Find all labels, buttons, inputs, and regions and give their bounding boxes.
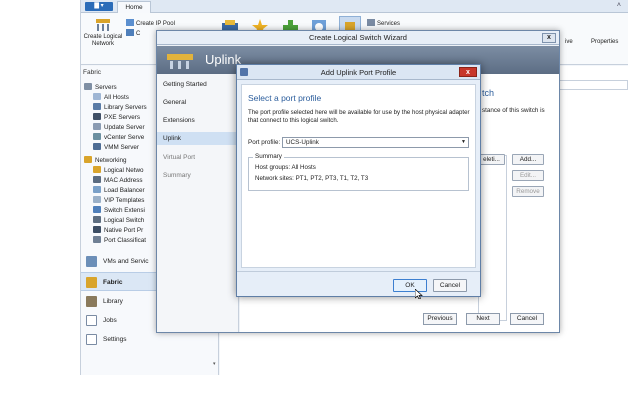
vcenter-icon <box>93 133 101 140</box>
dialog-app-icon <box>240 68 248 76</box>
dialog-cancel-button[interactable]: Cancel <box>433 279 467 292</box>
services-button[interactable]: Services <box>367 19 400 27</box>
create-item-button[interactable]: C <box>126 29 140 37</box>
library-server-icon <box>93 103 101 110</box>
tree-item-logical-switches[interactable]: Logical Switch <box>93 216 144 224</box>
create-ip-pool-button[interactable]: Create IP Pool <box>126 19 175 27</box>
menu-icon: ▇ ▾ <box>94 3 104 9</box>
next-button[interactable]: Next <box>466 313 500 325</box>
logical-network-icon <box>96 19 110 31</box>
wizard-steps: Getting Started General Extensions Uplin… <box>157 74 239 332</box>
library-icon <box>86 296 97 307</box>
logical-network-icon <box>93 166 101 173</box>
settings-icon <box>86 334 97 345</box>
vip-template-icon <box>93 196 101 203</box>
tree-item-pxe-servers[interactable]: PXE Servers <box>93 113 140 121</box>
tree-item-vcenter-servers[interactable]: vCenter Serve <box>93 133 144 141</box>
wizard-section-title: tch <box>482 88 495 98</box>
search-box[interactable] <box>550 80 628 90</box>
wizard-close-button[interactable]: x <box>542 33 556 43</box>
ribbon-tabs: ▇ ▾ Home ˄ <box>81 0 628 13</box>
summary-network-sites: Network sites: PT1, PT2, PT3, T1, T2, T3 <box>255 175 369 182</box>
delete-button[interactable]: eleti... <box>478 154 505 165</box>
wizard-cancel-button[interactable]: Cancel <box>510 313 544 325</box>
tree-item-switch-extensions[interactable]: Switch Extensi <box>93 206 145 214</box>
uplink-icon <box>167 54 193 69</box>
previous-button[interactable]: Previous <box>423 313 457 325</box>
mouse-cursor-icon <box>415 289 423 299</box>
nav-header: Fabric <box>83 69 102 76</box>
vmm-server-icon <box>93 143 101 150</box>
summary-group: Summary Host groups: All Hosts Network s… <box>248 153 469 191</box>
logical-switch-icon <box>93 216 101 223</box>
create-logical-network-button[interactable]: Create Logical Network <box>83 18 123 48</box>
tree-item-vip-templates[interactable]: VIP Templates <box>93 196 144 204</box>
wizard-section-text: stance of this switch is <box>482 107 545 114</box>
tree-item-logical-networks[interactable]: Logical Netwo <box>93 166 144 174</box>
dialog-body: Select a port profile The port profile s… <box>241 84 476 268</box>
tree-item-vmm-server[interactable]: VMM Server <box>93 143 139 151</box>
nav-scroll-down-icon[interactable]: ▾ <box>213 361 216 367</box>
port-classification-icon <box>93 236 101 243</box>
tree-item-update-server[interactable]: Update Server <box>93 123 145 131</box>
step-getting-started[interactable]: Getting Started <box>157 78 239 91</box>
create-logical-network-label: Create Logical Network <box>83 34 123 47</box>
ip-pool-icon <box>126 19 134 26</box>
dialog-divider <box>237 271 480 272</box>
step-virtual-port[interactable]: Virtual Port <box>157 151 239 164</box>
uplink-list[interactable] <box>478 155 507 321</box>
port-profile-dropdown[interactable]: UCS-Uplink ▼ <box>282 137 469 148</box>
step-uplink[interactable]: Uplink <box>157 132 239 145</box>
mac-pool-icon <box>93 176 101 183</box>
dialog-title: Add Uplink Port Profile <box>237 65 480 80</box>
tree-item-all-hosts[interactable]: All Hosts <box>93 93 129 101</box>
networking-icon <box>84 156 92 163</box>
tab-home[interactable]: Home <box>117 1 151 13</box>
tree-item-servers[interactable]: Servers <box>84 83 117 91</box>
port-profile-icon <box>93 226 101 233</box>
services-icon <box>367 19 375 26</box>
add-button[interactable]: Add... <box>512 154 544 165</box>
servers-icon <box>84 83 92 90</box>
wizard-title: Create Logical Switch Wizard <box>157 31 559 45</box>
update-server-icon <box>93 123 101 130</box>
summary-legend: Summary <box>253 153 284 160</box>
dialog-close-button[interactable]: x <box>459 67 477 77</box>
fabric-icon <box>86 277 97 288</box>
tree-item-port-classifications[interactable]: Port Classificat <box>93 236 146 244</box>
step-general[interactable]: General <box>157 96 239 109</box>
create-icon <box>126 29 134 36</box>
dialog-description: The port profile selected here will be a… <box>248 109 470 124</box>
chevron-down-icon: ▼ <box>461 139 466 145</box>
step-summary[interactable]: Summary <box>157 169 239 182</box>
tree-item-load-balancers[interactable]: Load Balancer <box>93 186 145 194</box>
tree-item-networking[interactable]: Networking <box>84 156 127 164</box>
summary-host-groups: Host groups: All Hosts <box>255 164 316 171</box>
load-balancer-icon <box>93 186 101 193</box>
file-menu-button[interactable]: ▇ ▾ <box>85 2 113 11</box>
edit-button[interactable]: Edit... <box>512 170 544 181</box>
vms-services-icon <box>86 256 97 267</box>
pxe-server-icon <box>93 113 101 120</box>
tree-item-native-port-profiles[interactable]: Native Port Pr <box>93 226 143 234</box>
ribbon-ive-label: ive <box>565 39 573 45</box>
add-uplink-port-profile-dialog: Add Uplink Port Profile x Select a port … <box>236 64 481 297</box>
switch-extension-icon <box>93 206 101 213</box>
port-profile-value: UCS-Uplink <box>286 139 319 146</box>
jobs-icon <box>86 315 97 326</box>
host-group-icon <box>93 93 101 100</box>
port-profile-label: Port profile: <box>248 139 281 146</box>
collapse-ribbon-icon[interactable]: ˄ <box>617 2 621 9</box>
step-extensions[interactable]: Extensions <box>157 114 239 127</box>
tree-item-mac-address-pools[interactable]: MAC Address <box>93 176 143 184</box>
properties-button[interactable]: Properties <box>591 39 618 45</box>
remove-button[interactable]: Remove <box>512 186 544 197</box>
tree-item-library-servers[interactable]: Library Servers <box>93 103 147 111</box>
dialog-heading: Select a port profile <box>248 93 322 103</box>
